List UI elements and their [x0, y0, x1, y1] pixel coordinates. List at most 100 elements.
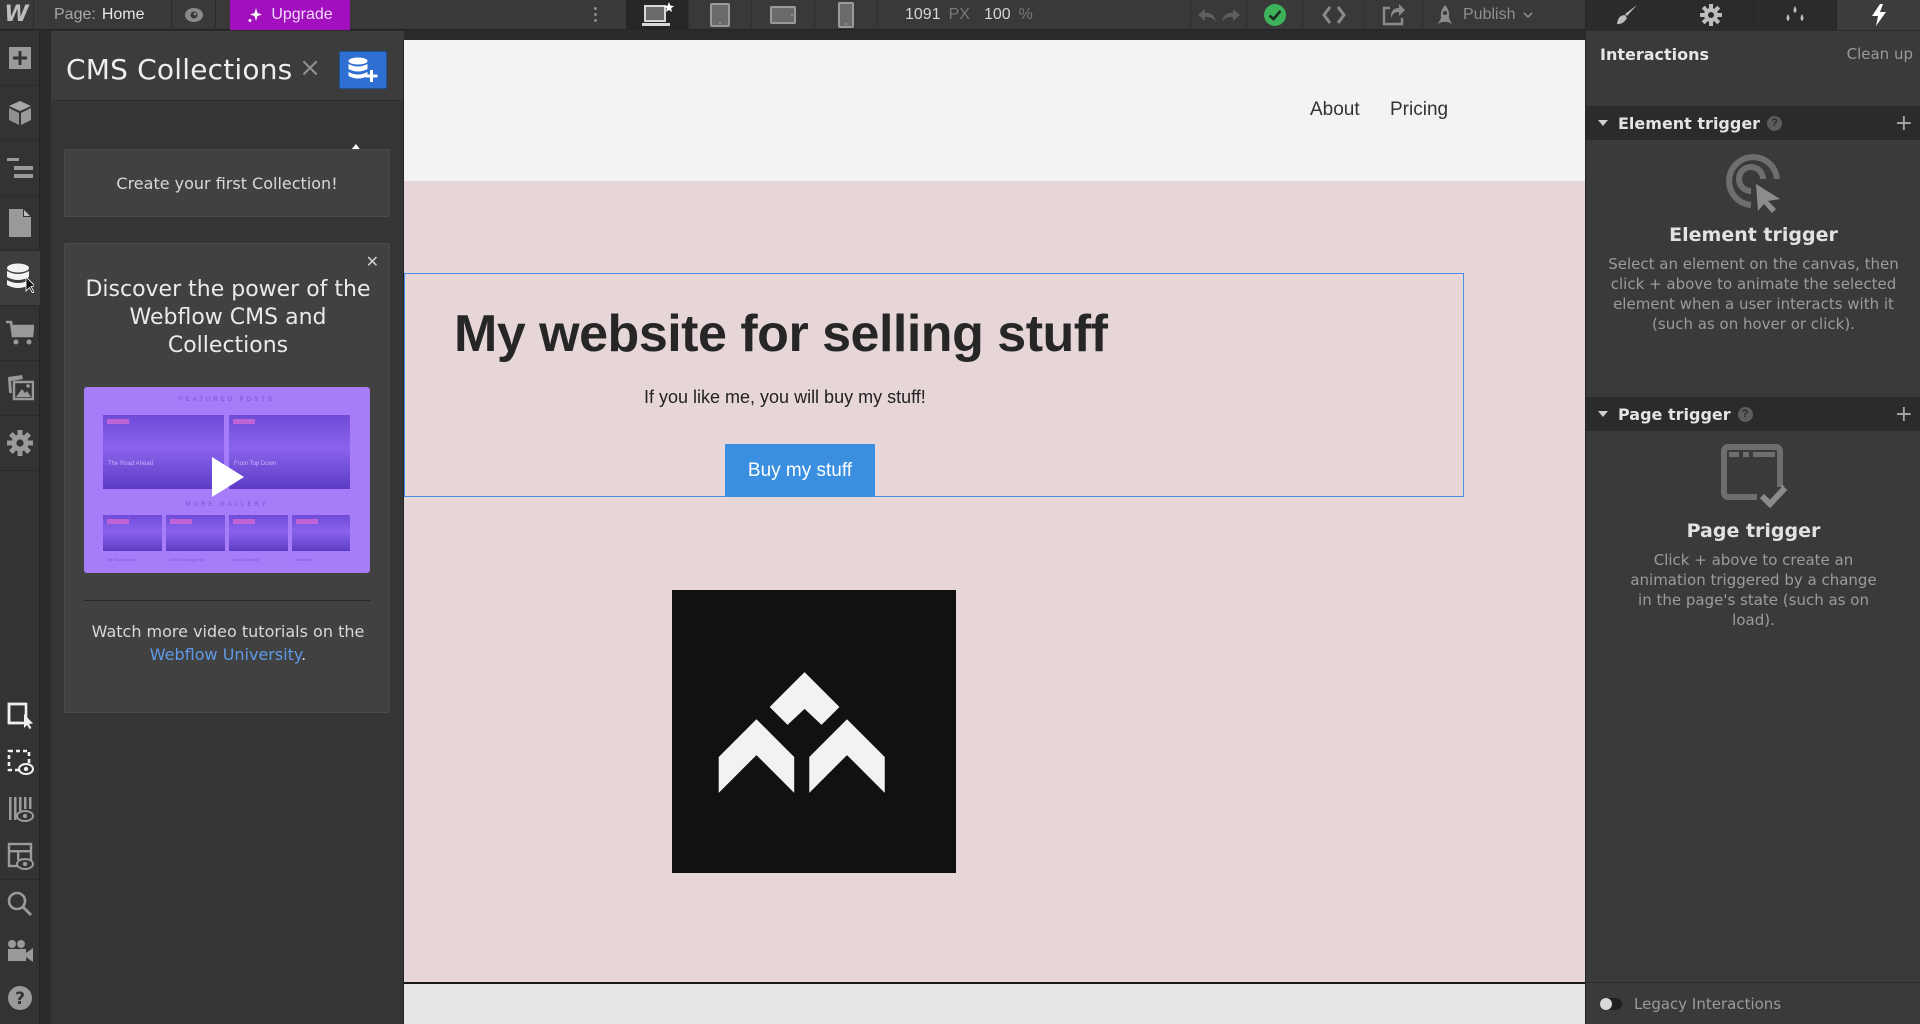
- search-icon: [7, 891, 33, 916]
- layout-eye-icon: [7, 842, 34, 870]
- upgrade-button[interactable]: Upgrade: [230, 0, 350, 30]
- video-section-heading: FEATURED POSTS: [179, 397, 275, 403]
- rail-xray[interactable]: [0, 785, 40, 832]
- rail-add-elements[interactable]: [0, 31, 40, 86]
- tab-settings[interactable]: [1668, 0, 1753, 30]
- undo-icon[interactable]: [1197, 7, 1217, 23]
- brand-logo-image[interactable]: [672, 590, 956, 873]
- rail-project-settings[interactable]: [0, 416, 40, 471]
- lightning-icon: [1871, 4, 1886, 26]
- cube-icon: [9, 101, 31, 125]
- rail-symbols[interactable]: [0, 86, 40, 141]
- drops-icon: [1786, 6, 1804, 21]
- svg-text:?: ?: [15, 989, 25, 1009]
- page-trigger-section-header[interactable]: Page trigger ? +: [1586, 397, 1920, 431]
- plus-square-icon: [9, 47, 31, 69]
- rail-video-tutorials[interactable]: [0, 927, 40, 974]
- rail-search[interactable]: [0, 880, 40, 927]
- check-circle-icon: [1263, 4, 1286, 26]
- caret-down-icon: [1598, 411, 1608, 417]
- page-icon: [9, 209, 31, 237]
- page-selector[interactable]: Page: Home: [34, 0, 172, 30]
- element-trigger-empty-state: Element trigger Select an element on the…: [1586, 151, 1920, 334]
- close-promo-button[interactable]: ✕: [366, 252, 379, 271]
- rail-layout-preview[interactable]: [0, 832, 40, 879]
- webflow-logo[interactable]: W: [0, 0, 34, 30]
- help-icon[interactable]: ?: [1767, 115, 1783, 131]
- video-card-tag: [233, 419, 255, 424]
- add-element-trigger-button[interactable]: +: [1895, 111, 1913, 136]
- tab-interactions[interactable]: [1836, 0, 1920, 30]
- rail-bottom-tools: ?: [0, 691, 40, 1021]
- legacy-interactions-toggle[interactable]: [1600, 997, 1622, 1010]
- bars-eye-icon: [9, 796, 34, 822]
- cms-panel-header: CMS Collections ×: [51, 31, 404, 101]
- tablet-icon: [710, 3, 730, 27]
- promo-title: Discover the power of the Webflow CMS an…: [85, 277, 371, 358]
- rail-cms[interactable]: [0, 251, 40, 306]
- element-trigger-section-header[interactable]: Element trigger ? +: [1586, 106, 1920, 140]
- rail-help[interactable]: ?: [0, 974, 40, 1021]
- video-thumb-tag: [170, 519, 192, 524]
- sparkle-icon: [248, 7, 263, 22]
- video-camera-icon: [8, 939, 33, 962]
- video-thumb: [292, 515, 350, 551]
- legacy-interactions-row: Legacy Interactions: [1586, 982, 1920, 1024]
- more-options-button[interactable]: [590, 0, 600, 30]
- upgrade-label: Upgrade: [271, 5, 333, 23]
- zoom-value[interactable]: 100: [984, 6, 1011, 24]
- breakpoint-mobile-portrait[interactable]: [815, 0, 878, 30]
- tab-style[interactable]: [1585, 0, 1669, 30]
- breakpoint-mobile-landscape[interactable]: [752, 0, 815, 30]
- video-card-tag: [107, 419, 129, 424]
- select-cursor-icon: [7, 702, 33, 729]
- rail-select-tool[interactable]: [0, 691, 40, 738]
- video-thumb-tag: [296, 519, 318, 524]
- video-card: From Top Down: [229, 415, 350, 489]
- webflow-university-link[interactable]: Webflow University: [150, 645, 301, 664]
- nav-link-pricing[interactable]: Pricing: [1390, 99, 1448, 121]
- page-label: Page:: [54, 5, 96, 23]
- breakpoint-switcher: [626, 0, 878, 30]
- rail-ecommerce[interactable]: [0, 306, 40, 361]
- tutorial-video-thumbnail[interactable]: FEATURED POSTS The Road Ahead From Top D…: [84, 387, 370, 573]
- interactions-title: Interactions: [1600, 44, 1710, 64]
- hero-subheading[interactable]: If you like me, you will buy my stuff!: [644, 387, 926, 408]
- hero-heading[interactable]: My website for selling stuff: [454, 304, 1108, 364]
- breakpoint-tablet[interactable]: [689, 0, 752, 30]
- hero-section-selected[interactable]: My website for selling stuff If you like…: [404, 273, 1464, 497]
- add-collection-button[interactable]: [339, 51, 387, 89]
- promo-footer-suffix: .: [301, 645, 307, 664]
- video-thumb-label: The Road Ahead: [106, 557, 137, 562]
- clean-up-button[interactable]: Clean up: [1847, 45, 1913, 63]
- publish-button[interactable]: Publish: [1422, 0, 1547, 30]
- create-collection-card[interactable]: Create your first Collection!: [64, 149, 390, 217]
- design-canvas[interactable]: About Pricing My website for selling stu…: [403, 40, 1585, 1024]
- redo-icon[interactable]: [1221, 7, 1241, 23]
- eye-icon: [184, 7, 203, 22]
- play-icon[interactable]: [212, 457, 244, 497]
- nav-link-about[interactable]: About: [1310, 99, 1360, 121]
- save-status[interactable]: [1246, 0, 1302, 30]
- help-icon: ?: [8, 985, 32, 1010]
- undo-redo-group: [1190, 0, 1246, 30]
- canvas-dimensions: 1091 PX 100 %: [905, 0, 1033, 30]
- help-icon[interactable]: ?: [1737, 406, 1753, 422]
- rail-preview-outline[interactable]: [0, 738, 40, 785]
- rail-navigator[interactable]: [0, 141, 40, 196]
- buy-button[interactable]: Buy my stuff: [725, 444, 875, 497]
- rail-pages[interactable]: [0, 196, 40, 251]
- preview-button[interactable]: [172, 0, 216, 30]
- share-button[interactable]: [1364, 0, 1422, 30]
- rocket-icon: [1438, 5, 1452, 24]
- code-export-button[interactable]: [1302, 0, 1364, 30]
- width-value[interactable]: 1091: [905, 6, 941, 24]
- dot: [593, 19, 597, 22]
- tab-style-manager[interactable]: [1752, 0, 1837, 30]
- add-page-trigger-button[interactable]: +: [1895, 402, 1913, 427]
- rail-assets[interactable]: [0, 361, 40, 416]
- right-toolbar: Publish: [1190, 0, 1547, 30]
- breakpoint-desktop[interactable]: [626, 0, 689, 30]
- site-navbar[interactable]: About Pricing: [404, 40, 1585, 181]
- close-panel-button[interactable]: ×: [297, 55, 323, 81]
